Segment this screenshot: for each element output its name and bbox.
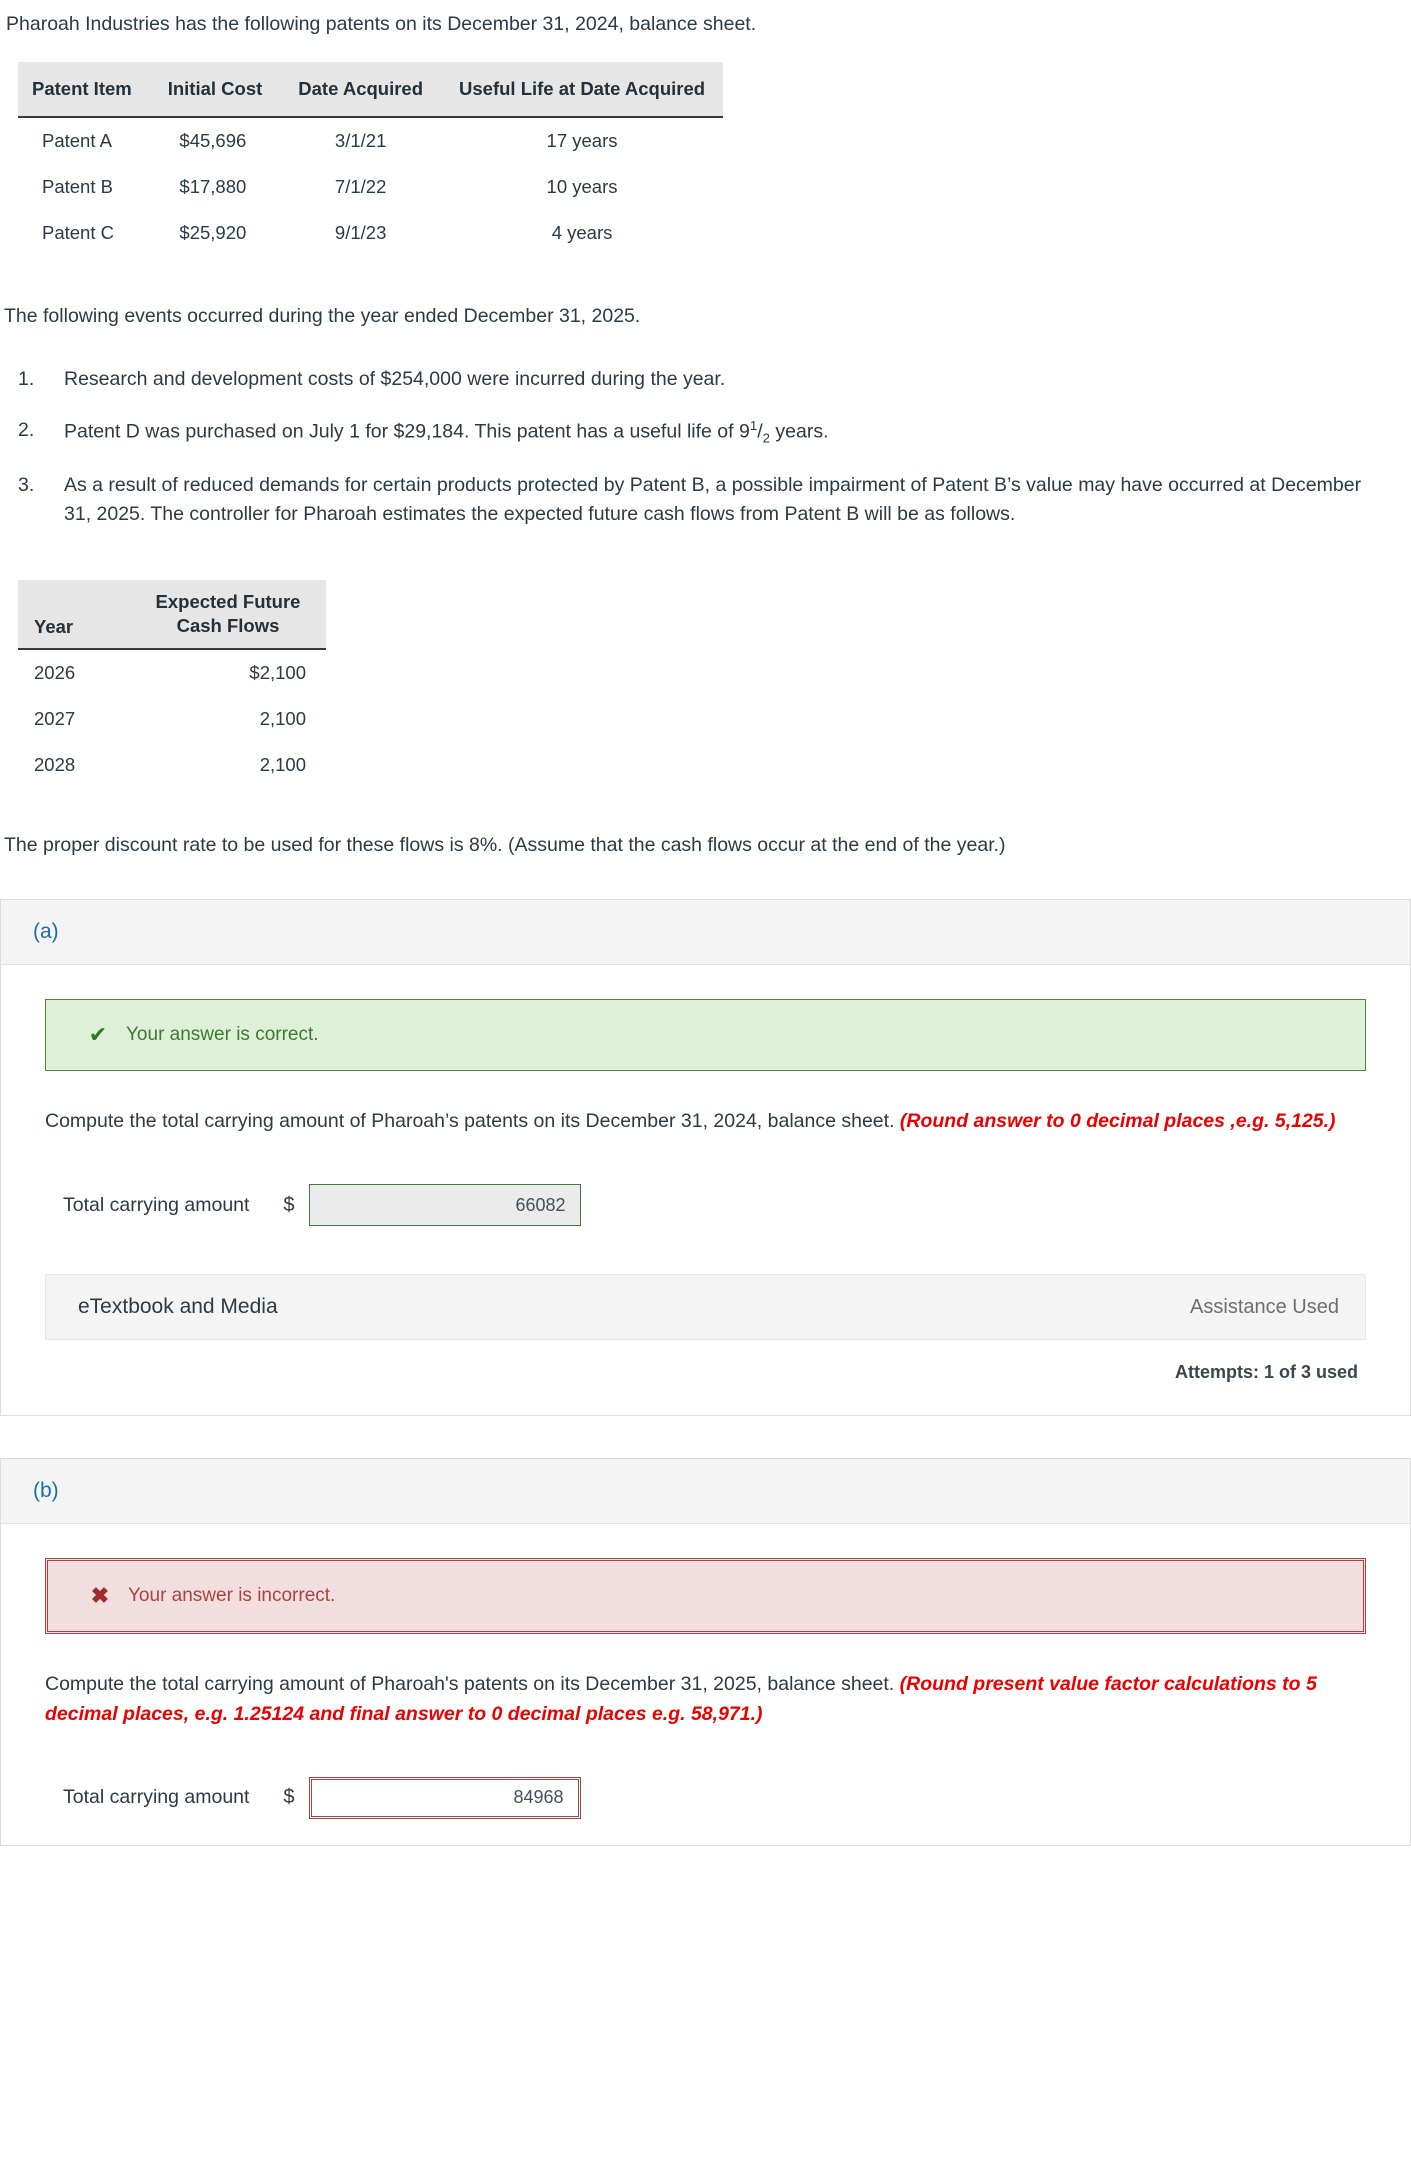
- list-item-number: 2.: [18, 419, 35, 442]
- events-list: 1. Research and development costs of $25…: [0, 365, 1411, 530]
- etextbook-and-media-link[interactable]: eTextbook and Media: [78, 1295, 278, 1319]
- part-b-answer-input[interactable]: [308, 1776, 581, 1819]
- part-b-body: ✖ Your answer is incorrect. Compute the …: [1, 1524, 1410, 1845]
- cross-icon: ✖: [90, 1583, 110, 1609]
- answer-correct-banner: ✔ Your answer is correct.: [45, 999, 1366, 1072]
- part-b-prompt: Compute the total carrying amount of Pha…: [45, 1670, 1366, 1729]
- list-item: 3. As a result of reduced demands for ce…: [0, 471, 1411, 530]
- part-a-attempts-label: Attempts: 1 of 3 used: [1174, 1362, 1358, 1383]
- question-part-a: (a) ✔ Your answer is correct. Compute th…: [0, 899, 1411, 1417]
- fraction-denominator: 2: [762, 430, 770, 446]
- question-page: Pharoah Industries has the following pat…: [0, 0, 1411, 1846]
- answer-correct-text: Your answer is correct.: [126, 1024, 319, 1046]
- table-row: Patent C $25,920 9/1/23 4 years: [18, 210, 723, 256]
- cash-col-flows-line2: Cash Flows: [176, 615, 280, 636]
- cash-value: 2,100: [259, 708, 306, 730]
- patent-life: 10 years: [546, 176, 618, 198]
- table-row: 2027 2,100: [18, 696, 326, 742]
- cash-flows-table: Year Expected Future Cash Flows 2026 $2,1…: [18, 579, 326, 788]
- cash-value: $2,100: [249, 662, 306, 684]
- part-b-answer-label: Total carrying amount: [63, 1786, 250, 1809]
- events-lead-text: The following events occurred during the…: [4, 305, 641, 328]
- list-item: 1. Research and development costs of $25…: [0, 365, 1411, 395]
- currency-symbol: $: [283, 1193, 295, 1216]
- table-row: Patent A $45,696 3/1/21 17 years: [18, 117, 723, 164]
- part-a-prompt-plain: Compute the total carrying amount of Pha…: [45, 1110, 900, 1133]
- part-b-label: (b): [1, 1459, 1410, 1525]
- part-a-label: (a): [1, 900, 1410, 966]
- part-a-prompt-hint: (Round answer to 0 decimal places ,e.g. …: [899, 1110, 1336, 1133]
- table-row: 2026 $2,100: [18, 649, 326, 696]
- discount-rate-note: The proper discount rate to be used for …: [4, 834, 1006, 857]
- patents-table: Patent Item Initial Cost Date Acquired U…: [18, 62, 724, 256]
- part-a-etextbook-bar: eTextbook and Media Assistance Used: [45, 1274, 1366, 1341]
- answer-incorrect-banner: ✖ Your answer is incorrect.: [45, 1558, 1366, 1635]
- part-a-prompt: Compute the total carrying amount of Pha…: [45, 1107, 1366, 1136]
- table-row: 2028 2,100: [18, 742, 326, 788]
- cash-year: 2028: [34, 754, 76, 776]
- patent-item: Patent B: [42, 176, 113, 198]
- cash-col-flows: Expected Future Cash Flows: [130, 579, 326, 651]
- part-b-answer-row: Total carrying amount $: [63, 1776, 1366, 1819]
- patent-cost: $25,920: [179, 222, 247, 244]
- patents-table-header-row: Patent Item Initial Cost Date Acquired U…: [18, 62, 724, 119]
- patents-col-date: Date Acquired: [280, 62, 442, 119]
- patent-cost: $17,880: [179, 176, 247, 198]
- currency-symbol: $: [283, 1786, 295, 1809]
- part-b-prompt-plain: Compute the total carrying amount of Pha…: [45, 1673, 900, 1696]
- patent-life: 4 years: [551, 222, 613, 244]
- part-a-answer-input[interactable]: [308, 1184, 581, 1227]
- part-a-answer-row: Total carrying amount $: [63, 1184, 1366, 1227]
- table-row: Patent B $17,880 7/1/22 10 years: [18, 164, 723, 210]
- cash-col-flows-line1: Expected Future: [155, 590, 301, 612]
- list-item-text: Patent D was purchased on July 1 for $29…: [64, 416, 1389, 449]
- list-item-text-pre: Patent D was purchased on July 1 for $29…: [64, 420, 750, 443]
- check-icon: ✔: [88, 1022, 108, 1048]
- patent-life: 17 years: [546, 130, 618, 152]
- patents-col-life: Useful Life at Date Acquired: [441, 62, 724, 119]
- patent-date: 7/1/22: [334, 176, 387, 198]
- list-item-text-post: years.: [770, 420, 829, 443]
- cash-year: 2026: [34, 662, 76, 684]
- list-item: 2. Patent D was purchased on July 1 for …: [0, 416, 1411, 449]
- patent-date: 3/1/21: [334, 130, 387, 152]
- cash-year: 2027: [34, 708, 76, 730]
- patents-col-cost: Initial Cost: [149, 62, 281, 119]
- cash-table-header-row: Year Expected Future Cash Flows: [18, 579, 326, 651]
- patent-item: Patent A: [42, 130, 112, 152]
- list-item-number: 1.: [18, 367, 35, 390]
- cash-value: 2,100: [259, 754, 306, 776]
- part-a-answer-label: Total carrying amount: [63, 1193, 250, 1216]
- answer-incorrect-text: Your answer is incorrect.: [128, 1585, 336, 1607]
- patent-date: 9/1/23: [334, 222, 387, 244]
- cash-col-year: Year: [18, 579, 130, 651]
- list-item-text: Research and development costs of $254,0…: [64, 367, 726, 390]
- list-item-number: 3.: [18, 473, 35, 496]
- patent-cost: $45,696: [179, 130, 247, 152]
- part-a-body: ✔ Your answer is correct. Compute the to…: [1, 965, 1410, 1415]
- question-part-b: (b) ✖ Your answer is incorrect. Compute …: [0, 1458, 1411, 1846]
- list-item-text: As a result of reduced demands for certa…: [64, 473, 1362, 526]
- patents-col-item: Patent Item: [18, 62, 150, 119]
- intro-text: Pharoah Industries has the following pat…: [6, 13, 757, 35]
- patent-item: Patent C: [42, 222, 114, 244]
- assistance-used-label: Assistance Used: [1190, 1295, 1339, 1318]
